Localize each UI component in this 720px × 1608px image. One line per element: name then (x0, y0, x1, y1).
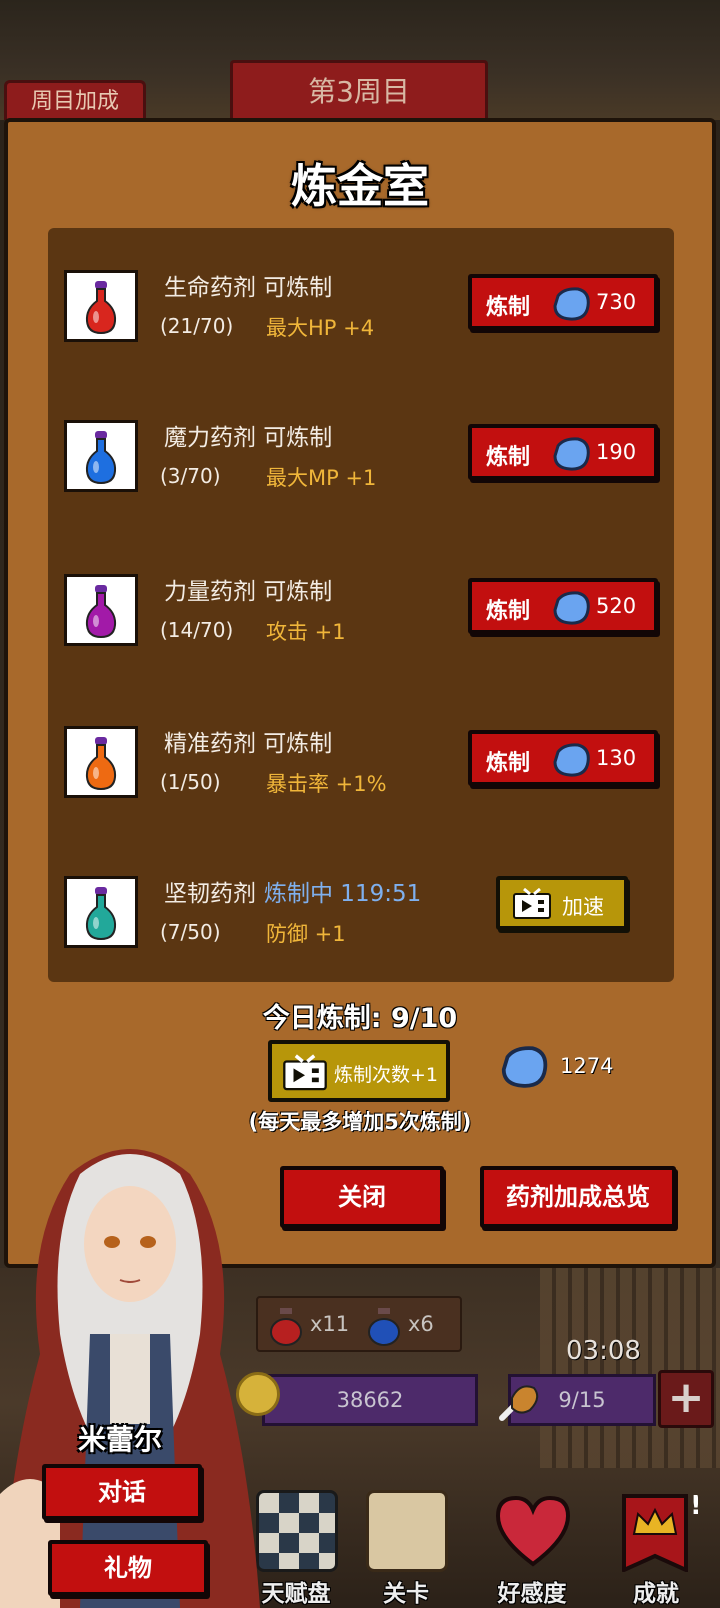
potion-count: (1/50) (160, 770, 221, 794)
potion-name: 生命药剂 可炼制 (164, 275, 333, 301)
red-potion-count: x11 (310, 1312, 350, 1336)
brew-cost: 520 (596, 594, 637, 618)
gem-icon (501, 1046, 548, 1088)
potion-row-health: 生命药剂 可炼制 (21/70) 最大HP +4 炼制 730 (48, 228, 674, 348)
potion-bonus: 最大HP +4 (266, 316, 375, 340)
potion-count: (21/70) (160, 314, 234, 338)
potion-count: (3/70) (160, 464, 221, 488)
crown-banner-icon: ! (622, 1491, 698, 1572)
add-stamina-button[interactable]: + (658, 1370, 714, 1428)
precision-potion-icon (64, 726, 138, 798)
brew-label: 炼制 (486, 751, 531, 776)
speed-up-label: 加速 (562, 895, 604, 919)
potion-bonus: 暴击率 +1% (266, 772, 387, 796)
potion-name: 坚韧药剂 炼制中 119:51 (164, 874, 421, 908)
brew-cost: 190 (596, 440, 637, 464)
strength-potion-icon (64, 574, 138, 646)
brew-strength-button[interactable]: 炼制 520 (468, 578, 658, 634)
nav-label: 好感度 (497, 1581, 567, 1607)
potion-name: 魔力药剂 可炼制 (164, 425, 333, 451)
gem-icon (553, 287, 590, 321)
heart-icon (495, 1495, 571, 1567)
cycle-bonus-tab[interactable]: 周目加成 (4, 80, 146, 120)
brew-health-button[interactable]: 炼制 730 (468, 274, 658, 330)
blue-potion-icon (368, 1308, 400, 1346)
talent-board-icon (256, 1490, 338, 1572)
gem-icon (553, 591, 590, 625)
potion-count: (14/70) (160, 618, 234, 642)
panel-title: 炼金室 (291, 159, 429, 213)
stamina-timer: 03:08 (566, 1336, 641, 1366)
cycle-banner: 第3周目 (230, 60, 488, 118)
talk-button[interactable]: 对话 (42, 1464, 202, 1520)
brew-precision-button[interactable]: 炼制 130 (468, 730, 658, 786)
character-portrait (0, 1149, 260, 1608)
nav-affection[interactable]: 好感度 (482, 1490, 582, 1607)
potion-row-strength: 力量药剂 可炼制 (14/70) 攻击 +1 炼制 520 (48, 532, 674, 652)
video-ad-icon (283, 1054, 327, 1091)
potion-row-precision: 精准药剂 可炼制 (1/50) 暴击率 +1% 炼制 130 (48, 684, 674, 804)
nav-stages[interactable]: 关卡 (356, 1490, 456, 1607)
speed-up-button[interactable]: 加速 (496, 876, 628, 930)
brew-label: 炼制 (486, 295, 531, 320)
close-button[interactable]: 关闭 (280, 1166, 444, 1228)
potion-bonus: 攻击 +1 (266, 620, 346, 644)
fence-scenery (540, 1268, 720, 1468)
potion-name: 力量药剂 可炼制 (164, 579, 333, 605)
brewing-status: 炼制中 119:51 (264, 881, 422, 907)
svg-text:!: ! (690, 1491, 698, 1521)
brew-cost: 130 (596, 746, 637, 770)
gold-amount-bar: 38662 (262, 1374, 478, 1426)
brew-label: 炼制 (486, 445, 531, 470)
toughness-potion-icon (64, 876, 138, 948)
potion-name: 精准药剂 可炼制 (164, 731, 333, 757)
gem-icon (553, 437, 590, 471)
potion-name-text: 坚韧药剂 (164, 881, 256, 907)
potion-count: (7/50) (160, 920, 221, 944)
blue-potion-count: x6 (408, 1312, 434, 1336)
character-name: 米蕾尔 (77, 1423, 162, 1456)
nav-label: 关卡 (383, 1581, 429, 1607)
potion-bonus: 最大MP +1 (266, 466, 377, 490)
video-ad-icon (513, 888, 551, 919)
mana-potion-icon (64, 420, 138, 492)
potion-inventory: x11 x6 (256, 1296, 462, 1352)
add-brew-count-button[interactable]: 炼制次数+1 (268, 1040, 450, 1102)
map-scroll-icon (366, 1490, 448, 1572)
red-potion-icon (270, 1308, 302, 1346)
daily-limit-note: (每天最多增加5次炼制) (248, 1110, 472, 1134)
potion-list: 生命药剂 可炼制 (21/70) 最大HP +4 炼制 730 魔力药剂 可炼制… (48, 228, 674, 982)
add-brew-count-label: 炼制次数+1 (334, 1064, 439, 1086)
brew-mana-button[interactable]: 炼制 190 (468, 424, 658, 480)
brew-cost: 730 (596, 290, 637, 314)
bonus-overview-button[interactable]: 药剂加成总览 (480, 1166, 676, 1228)
gem-icon (553, 743, 590, 777)
potion-bonus: 防御 +1 (266, 922, 346, 946)
potion-row-toughness: 坚韧药剂 炼制中 119:51 (7/50) 防御 +1 加速 (48, 834, 674, 954)
potion-row-mana: 魔力药剂 可炼制 (3/70) 最大MP +1 炼制 190 (48, 378, 674, 498)
brew-label: 炼制 (486, 599, 531, 624)
gem-balance: 1274 (560, 1054, 614, 1078)
nav-achievements[interactable]: ! 成就 (606, 1490, 706, 1607)
meat-icon (499, 1385, 539, 1421)
health-potion-icon (64, 270, 138, 342)
gift-button[interactable]: 礼物 (48, 1540, 208, 1596)
nav-label: 成就 (633, 1581, 679, 1607)
daily-brew-count: 今日炼制: 9/10 (262, 1003, 458, 1034)
